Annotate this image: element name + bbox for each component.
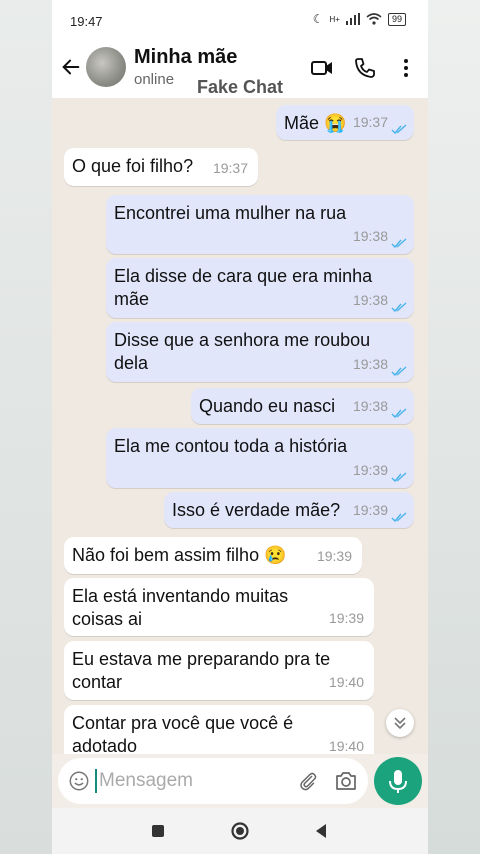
back-arrow-icon[interactable]: [60, 56, 82, 78]
wifi-icon: [366, 13, 382, 25]
home-icon[interactable]: [229, 820, 251, 842]
message-text: Ela disse de cara que era minha mãe: [114, 266, 373, 309]
message-time: 19:39: [328, 610, 364, 626]
message-bubble[interactable]: Quando eu nasci 19:38: [191, 388, 414, 424]
read-ticks-icon: [391, 472, 407, 483]
read-ticks-icon: [391, 512, 407, 523]
read-ticks-icon: [391, 408, 407, 419]
message-bubble[interactable]: Encontrei uma mulher na rua 19:38: [106, 195, 414, 254]
avatar[interactable]: [86, 47, 126, 87]
background-right: [428, 0, 480, 854]
message-bubble[interactable]: O que foi filho? 19:37: [64, 148, 258, 186]
status-bar: 19:47 ☾ H+ 99: [52, 0, 428, 40]
message-text: Ela me contou toda a história: [114, 436, 348, 456]
status-time: 19:47: [70, 14, 103, 29]
signal-icon: [345, 13, 360, 25]
message-bubble[interactable]: Ela me contou toda a história 19:39: [106, 428, 414, 488]
message-time: 19:40: [328, 738, 364, 754]
moon-icon: ☾: [312, 12, 324, 26]
message-time: 19:37: [352, 114, 388, 130]
chat-header: Minha mãe online Fake Chat: [52, 40, 428, 98]
mic-button[interactable]: [374, 757, 422, 805]
more-options-icon[interactable]: [394, 56, 418, 80]
message-time: 19:38: [352, 228, 388, 244]
message-text: Mãe 😭: [284, 113, 347, 133]
read-ticks-icon: [391, 124, 407, 135]
contact-status: online: [134, 71, 175, 88]
contact-name[interactable]: Minha mãe: [134, 46, 237, 69]
battery-indicator: 99: [387, 12, 406, 26]
message-bubble[interactable]: Contar pra você que você é adotado 19:40: [64, 705, 374, 754]
message-time: 19:39: [352, 502, 388, 518]
background-left: [0, 0, 52, 854]
message-text: O que foi filho?: [72, 156, 194, 176]
message-composer[interactable]: Mensagem: [58, 758, 368, 804]
back-icon[interactable]: [310, 820, 332, 842]
phone-call-icon[interactable]: [353, 56, 377, 80]
double-chevron-down-icon: [394, 717, 406, 730]
message-time: 19:38: [352, 292, 388, 308]
message-text: Quando eu nasci: [199, 396, 336, 416]
message-text: Disse que a senhora me roubou dela: [114, 330, 371, 373]
message-time: 19:39: [352, 462, 388, 478]
read-ticks-icon: [391, 302, 407, 313]
message-text: Encontrei uma mulher na rua: [114, 203, 347, 223]
camera-icon[interactable]: [334, 770, 358, 792]
message-time: 19:38: [352, 356, 388, 372]
recent-apps-icon[interactable]: [147, 820, 169, 842]
text-caret: [95, 769, 97, 793]
phone-screen: 19:47 ☾ H+ 99 Minha mãe online Fake Chat…: [52, 0, 428, 854]
message-bubble[interactable]: Disse que a senhora me roubou dela 19:38: [106, 322, 414, 382]
emoji-icon[interactable]: [68, 770, 90, 792]
message-bubble[interactable]: Ela está inventando muitas coisas ai 19:…: [64, 578, 374, 636]
attachment-clip-icon[interactable]: [297, 770, 319, 792]
network-type: H+: [329, 14, 340, 24]
read-ticks-icon: [391, 366, 407, 377]
message-text: Isso é verdade mãe?: [172, 500, 341, 520]
message-bubble[interactable]: Não foi bem assim filho 😢 19:39: [64, 537, 362, 574]
message-text: Eu estava me preparando pra te contar: [72, 649, 331, 692]
watermark-text: Fake Chat: [197, 77, 284, 97]
message-bubble[interactable]: Eu estava me preparando pra te contar 19…: [64, 641, 374, 700]
system-nav-bar: [52, 808, 428, 854]
scroll-to-bottom-button[interactable]: [386, 709, 414, 737]
message-time: 19:38: [352, 398, 388, 414]
message-time: 19:40: [328, 674, 364, 690]
message-text: Não foi bem assim filho 😢: [72, 545, 287, 565]
video-call-icon[interactable]: [310, 56, 334, 80]
status-icons: ☾ H+ 99: [313, 12, 406, 26]
message-input[interactable]: Mensagem: [99, 770, 193, 792]
read-ticks-icon: [391, 238, 407, 249]
message-time: 19:39: [316, 548, 352, 564]
message-bubble[interactable]: Isso é verdade mãe? 19:39: [164, 492, 414, 528]
message-text: Ela está inventando muitas coisas ai: [72, 586, 289, 629]
message-time: 19:37: [212, 160, 248, 176]
microphone-icon: [389, 770, 407, 793]
message-bubble[interactable]: Mãe 😭 19:37: [276, 105, 414, 140]
chat-area[interactable]: Mãe 😭 19:37 O que foi filho? 19:37 Encon…: [52, 98, 428, 754]
message-bubble[interactable]: Ela disse de cara que era minha mãe 19:3…: [106, 258, 414, 318]
message-text: Contar pra você que você é adotado: [72, 713, 294, 754]
